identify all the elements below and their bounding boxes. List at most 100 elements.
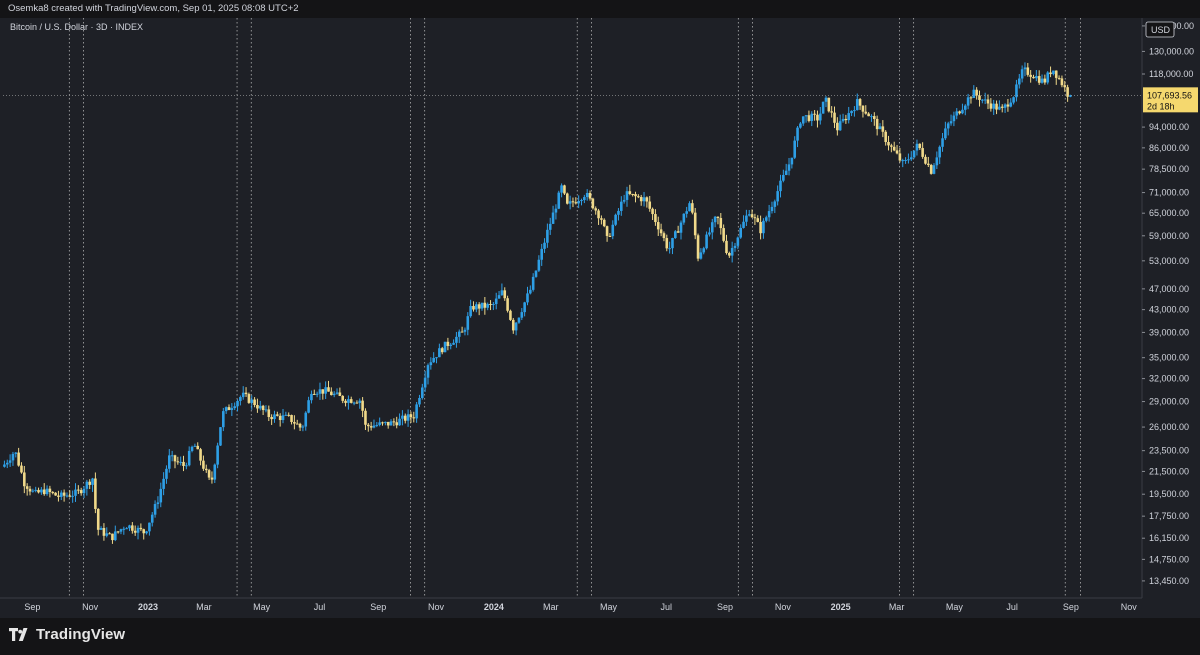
brand-text: TradingView xyxy=(36,626,126,643)
x-tick-label-8: 2024 xyxy=(484,602,504,612)
candle-body xyxy=(278,415,282,421)
candle-body xyxy=(972,89,976,99)
candle-body xyxy=(241,392,245,398)
candle-body xyxy=(742,221,745,228)
candle-body xyxy=(978,95,981,100)
candle-body xyxy=(65,495,69,497)
candle-body xyxy=(40,489,43,493)
x-tick-label-5: Jul xyxy=(314,602,326,612)
candle-body xyxy=(219,427,222,446)
candle-body xyxy=(321,389,325,394)
candle-body xyxy=(952,115,956,122)
candle-body xyxy=(961,109,964,114)
candle-body xyxy=(204,468,208,471)
candle-body xyxy=(713,216,717,223)
candle-body xyxy=(1009,102,1013,107)
candle-body xyxy=(403,415,407,421)
candle-body xyxy=(1012,97,1015,103)
candle-body xyxy=(1006,104,1010,107)
candle-body xyxy=(324,387,327,394)
candle-body xyxy=(614,214,617,225)
candle-body xyxy=(656,222,660,230)
candle-body xyxy=(560,185,563,193)
candle-body xyxy=(844,118,848,121)
candle-body xyxy=(59,492,63,497)
candle-body xyxy=(492,304,495,306)
candle-body xyxy=(415,404,418,419)
candle-body xyxy=(222,411,225,428)
candle-body xyxy=(992,103,996,109)
y-tick-label-2: 118,000.00 xyxy=(1149,69,1193,79)
candle-body xyxy=(674,231,677,239)
candle-body xyxy=(645,197,649,202)
candle-body xyxy=(202,460,205,469)
candle-body xyxy=(855,99,859,111)
candle-body xyxy=(565,193,569,204)
candle xyxy=(565,192,569,205)
candle-body xyxy=(767,211,771,218)
candle-body xyxy=(1037,76,1041,83)
candle-body xyxy=(196,445,200,450)
candle-body xyxy=(261,405,265,410)
candle-body xyxy=(725,240,728,254)
candle-body xyxy=(685,211,688,214)
candle-body xyxy=(153,504,157,515)
y-tick-label-22: 14,750.00 xyxy=(1149,554,1189,564)
candle-body xyxy=(864,111,868,114)
y-tick-label-12: 39,000.00 xyxy=(1149,327,1189,337)
candle-body xyxy=(818,113,822,121)
candle xyxy=(674,230,677,239)
candle-body xyxy=(745,215,748,222)
chart-background xyxy=(0,18,1200,618)
last-price-label: 107,693.56 xyxy=(1147,90,1192,100)
candle-body xyxy=(782,175,785,181)
candle-body xyxy=(554,208,558,213)
candle-body xyxy=(125,528,128,530)
candle-body xyxy=(3,464,6,467)
candle-body xyxy=(1035,76,1038,79)
candle-body xyxy=(884,131,887,142)
candle-body xyxy=(307,400,310,413)
candle-body xyxy=(497,295,501,299)
candle-body xyxy=(227,407,231,410)
candle-body xyxy=(628,191,632,194)
tradingview-brand[interactable]: TradingView xyxy=(9,626,125,643)
price-chart[interactable]: 145,000.00130,000.00118,000.0094,000.008… xyxy=(0,18,1200,618)
candle-body xyxy=(475,304,478,310)
candle-body xyxy=(338,392,342,396)
candle xyxy=(509,309,512,321)
candle-body xyxy=(875,118,879,130)
candle-body xyxy=(642,197,646,202)
candle-body xyxy=(904,159,907,161)
candle-body xyxy=(94,478,97,509)
candle-body xyxy=(150,514,154,523)
candle-body xyxy=(48,488,52,493)
y-tick-label-5: 78,500.00 xyxy=(1149,164,1189,174)
candle xyxy=(614,213,617,227)
candle xyxy=(821,101,825,114)
candle-body xyxy=(659,229,663,234)
candle-body xyxy=(665,238,669,249)
candle-body xyxy=(136,527,140,533)
candle-body xyxy=(639,197,643,202)
candle-body xyxy=(503,290,507,299)
candle-body xyxy=(705,234,708,249)
candle-body xyxy=(173,455,177,462)
candle-body xyxy=(347,399,350,403)
candle-body xyxy=(730,247,734,256)
candle-body xyxy=(759,221,762,234)
candle-body xyxy=(526,293,529,303)
candle-body xyxy=(620,201,623,211)
x-tick-label-19: Nov xyxy=(1121,602,1138,612)
candle xyxy=(534,270,538,278)
candle-body xyxy=(312,393,316,395)
candle-body xyxy=(622,199,626,202)
candle-body xyxy=(105,533,109,536)
candle-body xyxy=(239,397,242,401)
candle-body xyxy=(1054,70,1058,78)
candle-body xyxy=(148,522,151,532)
candle-body xyxy=(816,114,819,121)
candle-body xyxy=(600,218,603,220)
candle-body xyxy=(440,348,444,353)
candle-body xyxy=(466,316,470,330)
